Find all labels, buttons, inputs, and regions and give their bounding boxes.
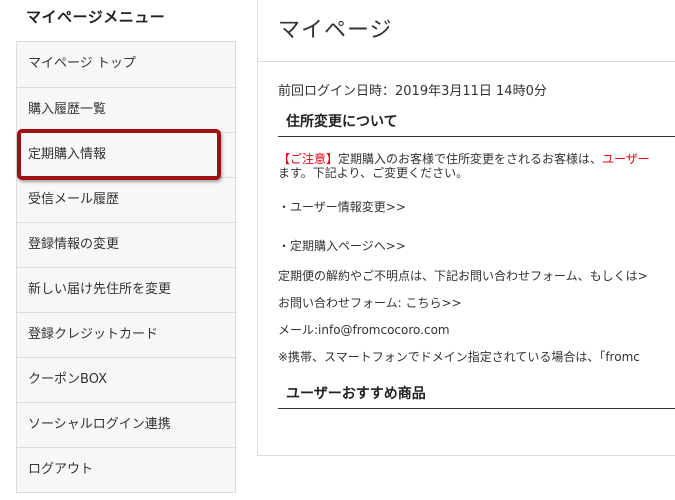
notice-text: 定期購入のお客様で住所変更をされるお客様は、 (338, 152, 603, 166)
main-content: 前回ログイン日時：2019年3月11日 14時0分 住所変更について 【ご注意】… (278, 80, 675, 409)
sidebar-item-logout[interactable]: ログアウト (17, 447, 235, 492)
sidebar-item-edit-registration[interactable]: 登録情報の変更 (17, 222, 235, 267)
cancel-info-text: 定期便の解約やご不明点は、下記お問い合わせフォーム、もしくは> (278, 269, 648, 283)
recommended-products-heading: ユーザーおすすめ商品 (278, 383, 675, 409)
address-change-heading: 住所変更について (278, 111, 675, 137)
page-header: マイページ (258, 0, 675, 62)
contact-form-link[interactable]: お問い合わせフォーム: こちら>> (278, 294, 675, 311)
sidebar-menu: マイページ トップ 購入履歴一覧 定期購入情報 受信メール履歴 登録情報の変更 … (16, 41, 236, 493)
mobile-domain-note: ※携帯、スマートフォンでドメイン指定されている場合は、「fromc (278, 350, 640, 364)
contact-email[interactable]: メール:info@fromcocoro.com (278, 321, 675, 338)
sidebar-item-change-delivery-address[interactable]: 新しい届け先住所を変更 (17, 267, 235, 312)
sidebar-item-social-login[interactable]: ソーシャルログイン連携 (17, 402, 235, 447)
user-info-change-link[interactable]: ・ユーザー情報変更>> (278, 198, 675, 215)
sidebar-item-purchase-history[interactable]: 購入履歴一覧 (17, 87, 235, 132)
subscription-page-link[interactable]: ・定期購入ページへ>> (278, 237, 675, 254)
sidebar-menu-title: マイページメニュー (26, 8, 166, 26)
main-panel: マイページ 前回ログイン日時：2019年3月11日 14時0分 住所変更について… (257, 0, 675, 456)
sidebar-item-credit-card[interactable]: 登録クレジットカード (17, 312, 235, 357)
address-change-notice: 【ご注意】定期購入のお客様で住所変更をされるお客様は、ユーザー ます。下記より、… (278, 152, 675, 180)
sidebar-item-subscription-info[interactable]: 定期購入情報 (17, 132, 235, 177)
sidebar-item-coupon-box[interactable]: クーポンBOX (17, 357, 235, 402)
notice-red-link[interactable]: ユーザー (602, 152, 650, 166)
sidebar-item-mypage-top[interactable]: マイページ トップ (17, 42, 235, 87)
sidebar-item-received-mail-history[interactable]: 受信メール履歴 (17, 177, 235, 222)
page-title: マイページ (278, 18, 393, 43)
last-login-text: 前回ログイン日時：2019年3月11日 14時0分 (278, 84, 547, 99)
notice-tag: 【ご注意】 (278, 152, 339, 166)
notice-text-line-2: ます。下記より、ご変更ください。 (278, 166, 469, 180)
